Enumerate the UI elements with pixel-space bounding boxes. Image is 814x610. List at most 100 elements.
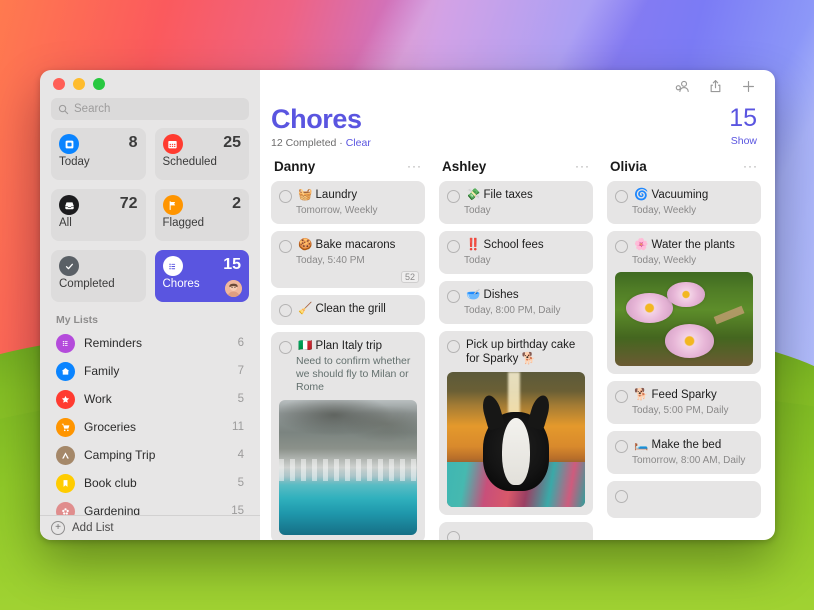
cart-icon [56, 418, 75, 437]
smart-list-label: Flagged [163, 217, 242, 229]
main-content: Chores 12 Completed · Clear 15 Show Da [260, 70, 775, 540]
task-checkbox[interactable] [447, 340, 460, 353]
dog-photo[interactable] [447, 372, 585, 507]
my-lists-header: My Lists [40, 302, 260, 329]
column-menu-button[interactable]: ··· [407, 163, 422, 169]
task-card[interactable]: 🐕 Feed Sparky Today, 5:00 PM, Daily [607, 381, 761, 424]
task-list: 🧺 Laundry Tomorrow, Weekly 🍪 Bake macaro… [271, 181, 425, 540]
task-card[interactable]: 🥣 Dishes Today, 8:00 PM, Daily [439, 281, 593, 324]
column-title: Olivia [610, 159, 647, 174]
task-checkbox[interactable] [447, 240, 460, 253]
reminders-window: Search 8 Today [40, 70, 775, 540]
add-list-button[interactable]: + Add List [40, 515, 260, 540]
reminder-count: 15 [729, 104, 757, 132]
smart-list-label: Scheduled [163, 156, 242, 168]
share-icon[interactable] [707, 78, 724, 95]
column-header: Danny ··· [271, 159, 425, 181]
separator-dot: · [339, 137, 343, 149]
task-card[interactable]: ‼️ School fees Today [439, 231, 593, 274]
task-meta: Tomorrow, Weekly [296, 205, 417, 216]
task-meta: Today, Weekly [632, 255, 753, 266]
list-item-count: 5 [238, 477, 244, 489]
smart-list-count: 8 [129, 134, 138, 152]
task-card[interactable]: 🛏️ Make the bed Tomorrow, 8:00 AM, Daily [607, 431, 761, 474]
task-card[interactable]: 🇮🇹 Plan Italy trip Need to confirm wheth… [271, 332, 425, 540]
plus-icon[interactable] [740, 78, 757, 95]
flag-icon [163, 195, 183, 215]
smart-lists-grid: 8 Today 25 Scheduled [40, 128, 260, 302]
list-item-label: Camping Trip [84, 448, 229, 462]
zoom-button[interactable] [93, 78, 105, 90]
task-checkbox[interactable] [615, 440, 628, 453]
smart-list-count: 72 [120, 195, 138, 213]
column-ashley: Ashley ··· 💸 File taxes Today [432, 159, 600, 540]
columns-container: Danny ··· 🧺 Laundry Tomorrow, Weekly [260, 149, 775, 540]
task-card-new[interactable] [607, 481, 761, 518]
list-item-count: 6 [238, 337, 244, 349]
task-checkbox[interactable] [615, 190, 628, 203]
person-avatar [225, 280, 242, 297]
task-card[interactable]: 🌀 Vacuuming Today, Weekly [607, 181, 761, 224]
smart-list-scheduled[interactable]: 25 Scheduled [155, 128, 250, 180]
desktop: Search 8 Today [0, 0, 814, 610]
task-checkbox[interactable] [279, 341, 292, 354]
task-title: 🧹 Clean the grill [298, 302, 386, 316]
smart-list-chores[interactable]: 15 Chores [155, 250, 250, 302]
calendar-icon [163, 134, 183, 154]
task-card[interactable]: 💸 File taxes Today [439, 181, 593, 224]
smart-list-label: All [59, 217, 138, 229]
task-checkbox[interactable] [615, 490, 628, 503]
task-card[interactable]: Pick up birthday cake for Sparky 🐕 [439, 331, 593, 515]
task-card[interactable]: 🧹 Clean the grill [271, 295, 425, 325]
column-menu-button[interactable]: ··· [743, 163, 758, 169]
column-menu-button[interactable]: ··· [575, 163, 590, 169]
smart-list-count: 2 [232, 195, 241, 213]
clear-button[interactable]: Clear [346, 137, 371, 149]
task-card[interactable]: 🧺 Laundry Tomorrow, Weekly [271, 181, 425, 224]
task-card-new[interactable] [439, 522, 593, 540]
list-item-family[interactable]: Family 7 [47, 357, 253, 385]
smart-list-completed[interactable]: Completed [51, 250, 146, 302]
add-list-label: Add List [72, 522, 114, 534]
task-checkbox[interactable] [615, 240, 628, 253]
task-checkbox[interactable] [447, 531, 460, 540]
smart-list-all[interactable]: 72 All [51, 189, 146, 241]
smart-list-today[interactable]: 8 Today [51, 128, 146, 180]
smart-list-flagged[interactable]: 2 Flagged [155, 189, 250, 241]
list-item-work[interactable]: Work 5 [47, 385, 253, 413]
task-note: Need to confirm whether we should fly to… [296, 355, 417, 394]
column-header: Olivia ··· [607, 159, 761, 181]
list-item-label: Gardening [84, 504, 222, 515]
task-checkbox[interactable] [447, 190, 460, 203]
task-checkbox[interactable] [279, 240, 292, 253]
flowers-photo[interactable] [615, 272, 753, 366]
italy-coast-photo[interactable] [279, 400, 417, 535]
task-title: 🛏️ Make the bed [634, 438, 721, 452]
add-people-icon[interactable] [674, 78, 691, 95]
task-meta: Today [464, 205, 585, 216]
task-checkbox[interactable] [279, 304, 292, 317]
list-item-label: Book club [84, 476, 229, 490]
list-header-left: Chores 12 Completed · Clear [271, 104, 371, 149]
smart-list-count: 25 [223, 134, 241, 152]
task-checkbox[interactable] [615, 390, 628, 403]
list-item-camping-trip[interactable]: Camping Trip 4 [47, 441, 253, 469]
task-card[interactable]: 🌸 Water the plants Today, Weekly [607, 231, 761, 374]
task-meta: Today, Weekly [632, 205, 753, 216]
task-card[interactable]: 🍪 Bake macarons Today, 5:40 PM 52 [271, 231, 425, 288]
calendar-today-icon [59, 134, 79, 154]
search-input[interactable]: Search [51, 98, 249, 120]
task-title: 🌸 Water the plants [634, 238, 735, 252]
show-button[interactable]: Show [729, 135, 757, 147]
task-checkbox[interactable] [279, 190, 292, 203]
list-item-groceries[interactable]: Groceries 11 [47, 413, 253, 441]
list-item-gardening[interactable]: Gardening 15 [47, 497, 253, 515]
task-tag-badge: 52 [401, 271, 419, 283]
task-checkbox[interactable] [447, 290, 460, 303]
minimize-button[interactable] [73, 78, 85, 90]
task-title: 🥣 Dishes [466, 288, 519, 302]
plus-circle-icon: + [51, 521, 65, 535]
list-item-reminders[interactable]: Reminders 6 [47, 329, 253, 357]
close-button[interactable] [53, 78, 65, 90]
list-item-book-club[interactable]: Book club 5 [47, 469, 253, 497]
